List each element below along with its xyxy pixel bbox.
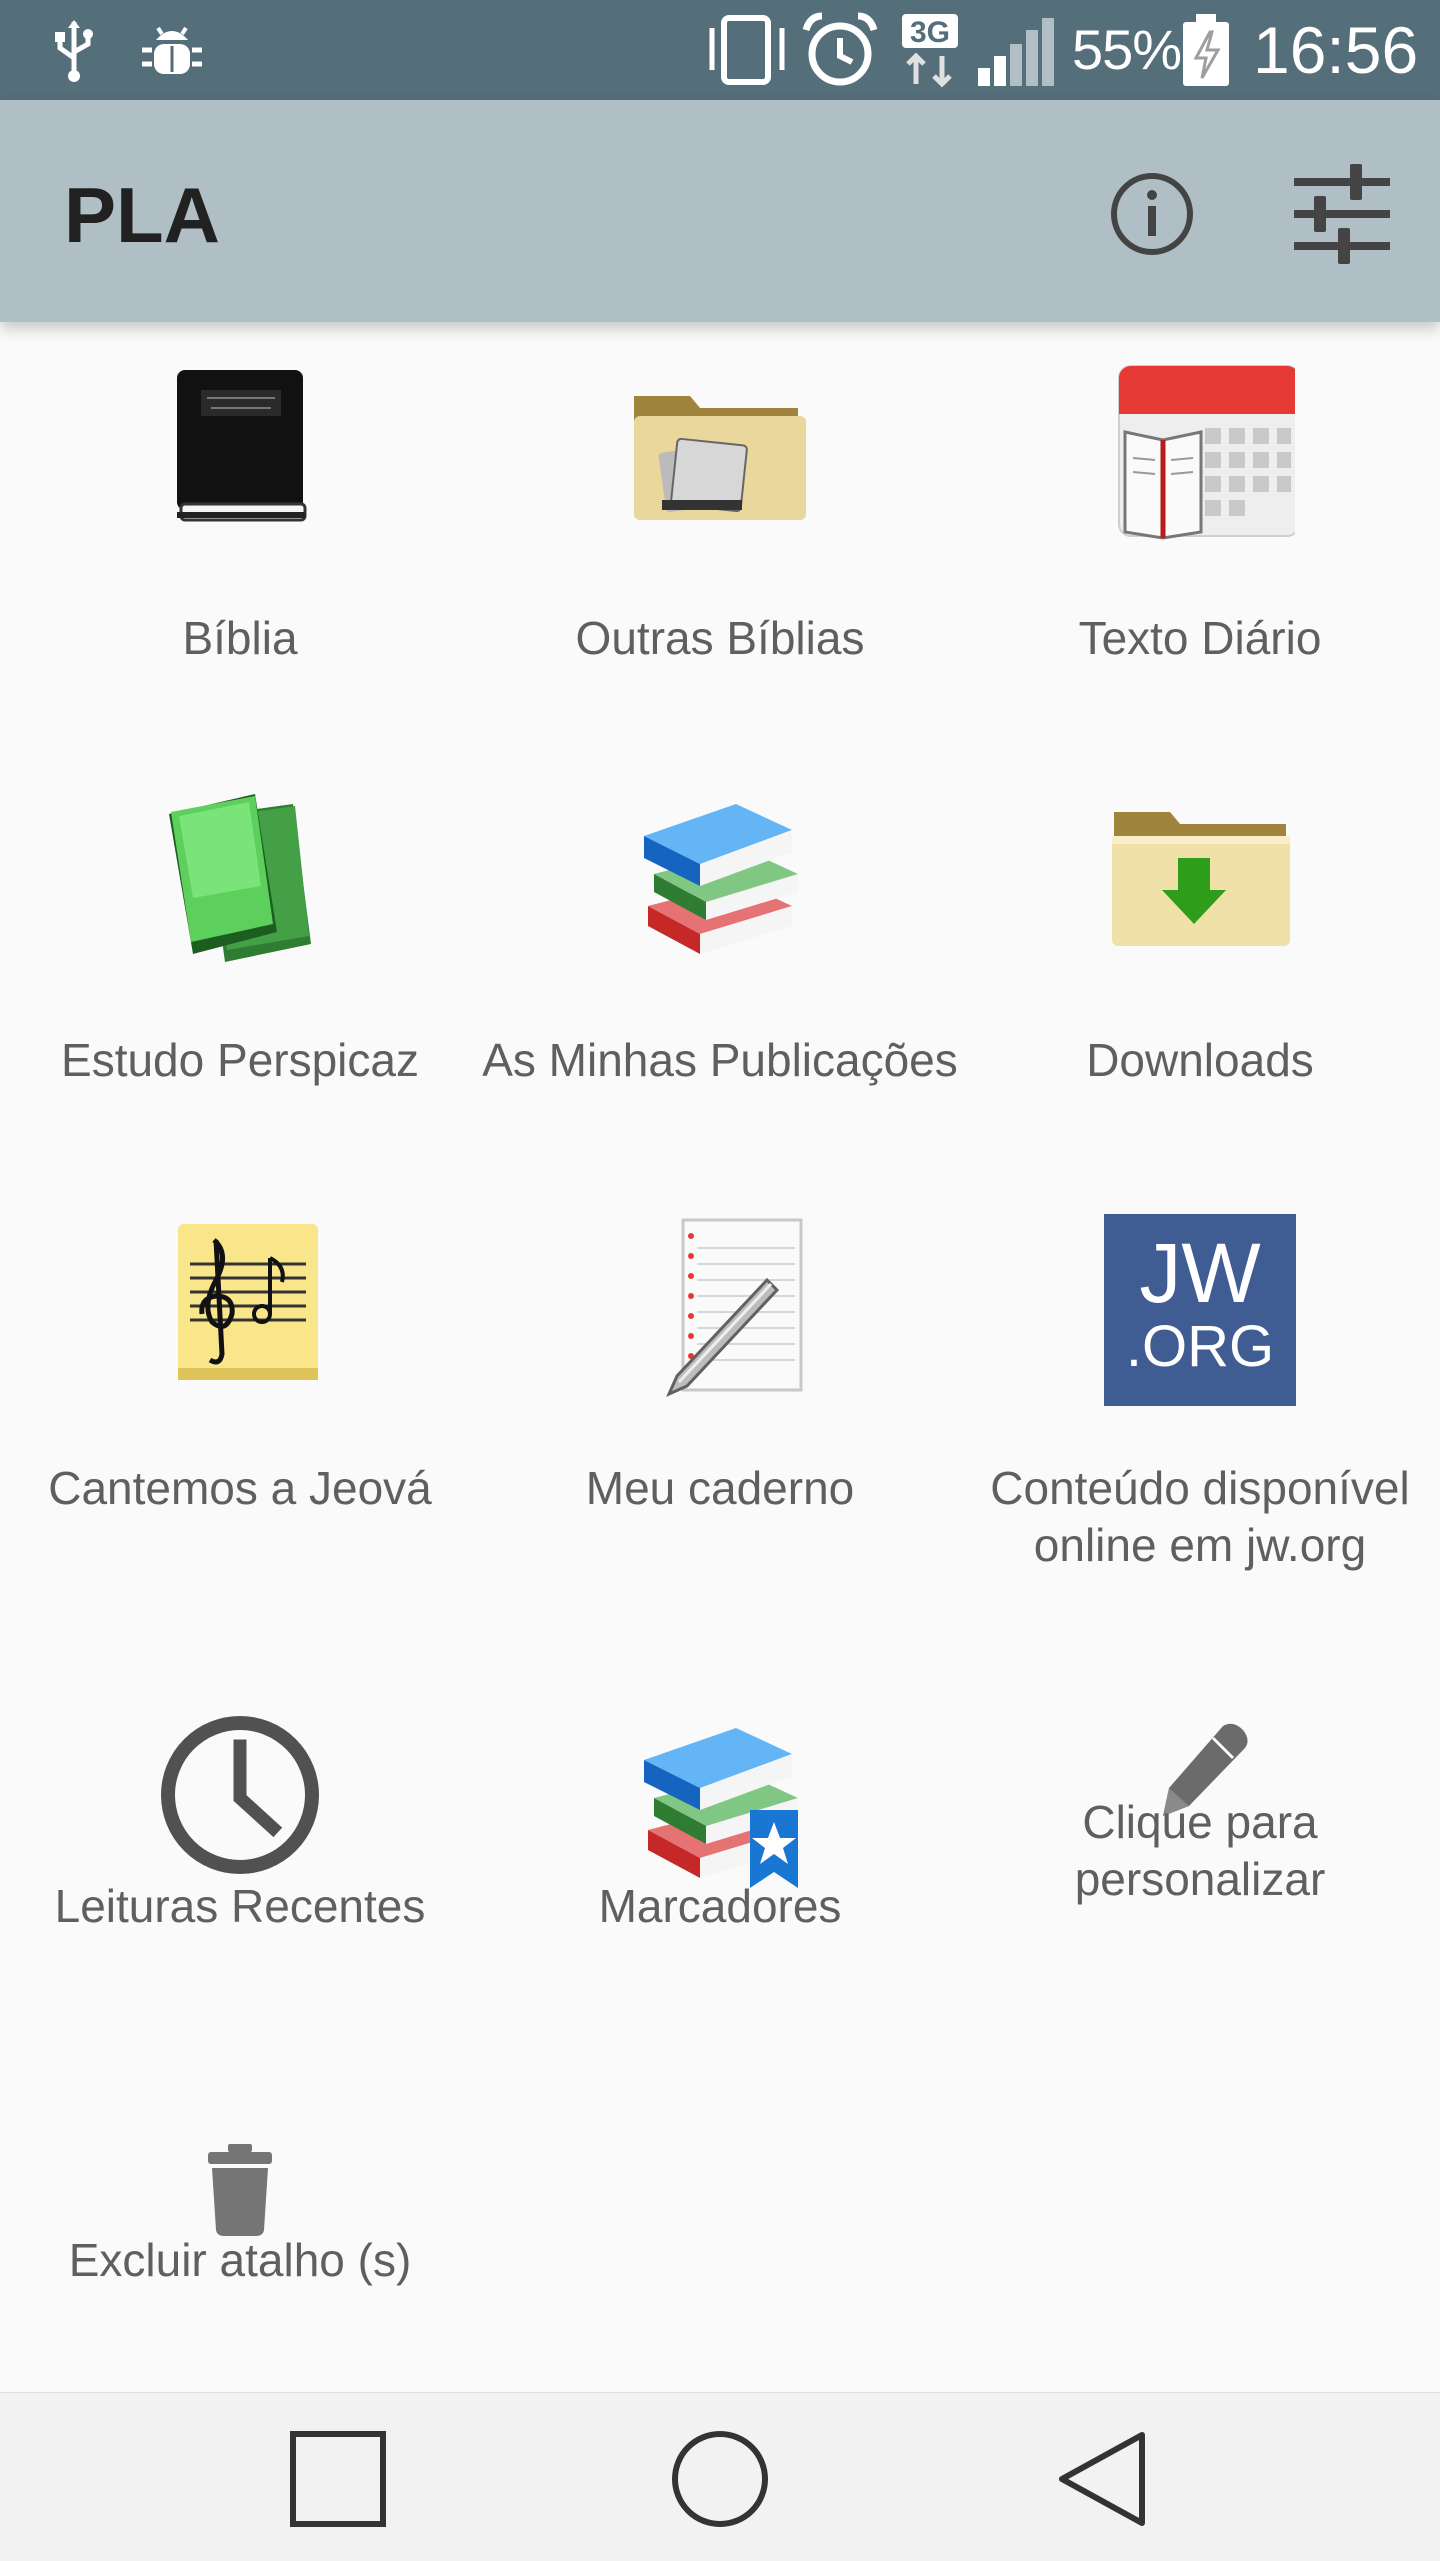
bible-book-icon	[177, 370, 307, 522]
notebook-pen-icon	[666, 1218, 803, 1397]
alarm-icon	[802, 12, 878, 86]
green-books-icon	[169, 794, 311, 962]
shortcut-estudo-perspicaz[interactable]: Estudo Perspicaz	[0, 786, 480, 1116]
navigation-bar	[0, 2392, 1440, 2561]
calendar-book-icon	[1118, 365, 1295, 540]
jw-org-logo: JW .ORG	[1104, 1214, 1296, 1406]
shortcut-label: Excluir atalho (s)	[68, 2234, 412, 2286]
shortcut-personalizar[interactable]: Clique para personalizar	[960, 1710, 1440, 2010]
shortcut-label: Cantemos a Jeová	[48, 1462, 432, 1514]
back-triangle-icon[interactable]	[1054, 2429, 1154, 2529]
app-bar: PLA	[0, 100, 1440, 322]
shortcut-label: Texto Diário	[1078, 612, 1322, 664]
trash-icon	[208, 2144, 272, 2236]
shortcut-jw-org[interactable]: JW .ORG Conteúdo disponível online em jw…	[960, 1214, 1440, 1571]
home-circle-icon[interactable]	[670, 2429, 770, 2529]
shortcut-label: Meu caderno	[585, 1462, 855, 1514]
signal-icon	[978, 18, 1054, 86]
music-book-icon	[178, 1224, 318, 1380]
shortcut-leituras-recentes[interactable]: Leituras Recentes	[0, 1710, 480, 2010]
shortcut-texto-diario[interactable]: Texto Diário	[960, 362, 1440, 692]
shortcut-label: Outras Bíblias	[575, 612, 865, 664]
app-title: PLA	[64, 171, 220, 259]
battery-percent: 55%	[1072, 18, 1182, 81]
shortcut-grid: Bíblia Outras Bíblias Texto Diário Estud…	[0, 322, 1440, 2390]
shortcut-biblia[interactable]: Bíblia	[0, 362, 480, 692]
shortcut-label: Conteúdo disponível online em jw.org	[990, 1462, 1410, 1571]
network-type-text: 3G	[910, 16, 950, 49]
battery-charging-icon	[1183, 14, 1229, 86]
info-icon	[1111, 173, 1193, 255]
recents-square-icon[interactable]	[288, 2429, 388, 2529]
debug-icon	[142, 26, 202, 74]
vibrate-icon	[709, 15, 785, 85]
sliders-icon	[1294, 164, 1390, 264]
clock-icon	[161, 1716, 319, 1874]
shortcut-minhas-publicacoes[interactable]: As Minhas Publicações	[480, 786, 960, 1116]
jw-logo-line2: .ORG	[1126, 1314, 1274, 1379]
shortcut-downloads[interactable]: Downloads	[960, 786, 1440, 1116]
shortcut-label: Downloads	[1086, 1034, 1314, 1086]
book-stack-icon	[644, 804, 798, 954]
shortcut-cantemos-a-jeova[interactable]: Cantemos a Jeová	[0, 1214, 480, 1544]
shortcut-marcadores[interactable]: Marcadores	[480, 1710, 960, 2010]
status-bar: 3G 55% 16:56	[0, 0, 1440, 100]
usb-icon	[55, 20, 93, 82]
shortcut-meu-caderno[interactable]: Meu caderno	[480, 1214, 960, 1544]
settings-button[interactable]	[1286, 156, 1398, 272]
download-folder-icon	[1112, 812, 1290, 946]
jw-logo-line1: JW	[1139, 1226, 1260, 1320]
shortcut-label: Clique para personalizar	[1074, 1796, 1326, 1905]
shortcut-excluir-atalho[interactable]: Excluir atalho (s)	[0, 2128, 480, 2368]
shortcut-outras-biblias[interactable]: Outras Bíblias	[480, 362, 960, 692]
shortcut-label: Estudo Perspicaz	[61, 1034, 419, 1086]
shortcut-label: As Minhas Publicações	[482, 1034, 958, 1086]
shortcut-label: Bíblia	[182, 612, 298, 664]
info-button[interactable]	[1100, 162, 1204, 266]
shortcut-label: Marcadores	[598, 1880, 842, 1932]
shortcut-label: Leituras Recentes	[54, 1880, 426, 1932]
clock-time: 16:56	[1253, 13, 1419, 87]
bookmarked-books-icon	[644, 1728, 798, 1888]
network-3g-icon: 3G	[902, 14, 958, 88]
folder-bibles-icon	[634, 396, 806, 520]
